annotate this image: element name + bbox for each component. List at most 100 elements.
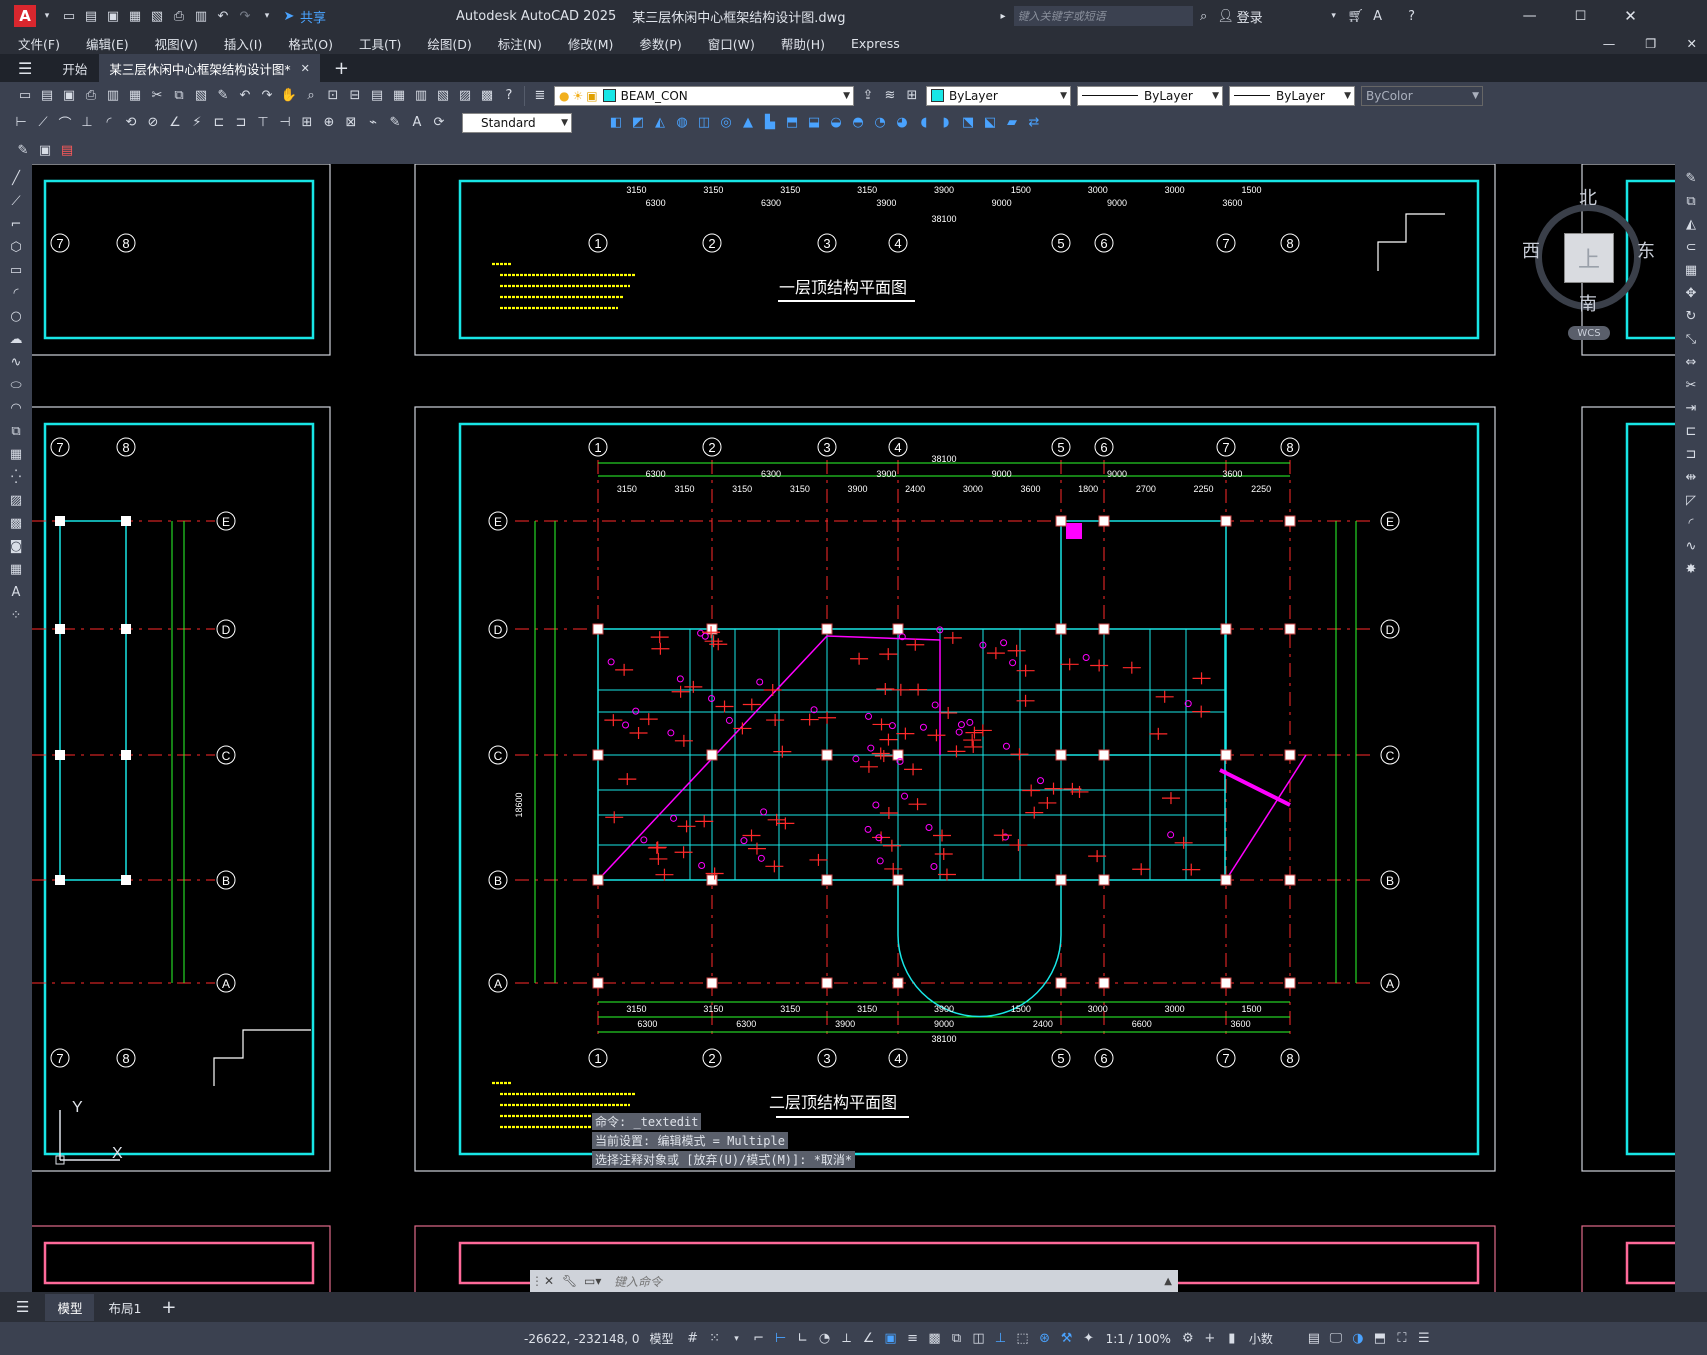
layer-previous-icon[interactable]: ≋ <box>881 87 899 105</box>
cone-icon[interactable]: ◭ <box>651 114 669 132</box>
ortho-icon[interactable]: ∟ <box>794 1330 812 1348</box>
section-plane-icon[interactable]: ▰ <box>1003 114 1021 132</box>
dim-diameter-icon[interactable]: ⊘ <box>144 114 162 132</box>
drawing-canvas[interactable]: 1 2 3 4 5 6 7 8 1 2 3 4 5 6 7 8 1 2 3 4 5 6 7 8 7 7 7 8 8 8 A A A B B B C C C D… <box>32 164 1675 1292</box>
dim-linear-icon[interactable]: ⊢ <box>12 114 30 132</box>
dim-angular-icon[interactable]: ∠ <box>166 114 184 132</box>
menu-insert[interactable]: 插入(I) <box>211 34 275 53</box>
edit-block-icon[interactable]: ✎ <box>14 141 32 159</box>
revolve-icon[interactable]: ◓ <box>849 114 867 132</box>
annotation-visibility-icon[interactable]: ⚒ <box>1058 1330 1076 1348</box>
gizmo-icon[interactable]: ⊛ <box>1036 1330 1054 1348</box>
close-button[interactable]: ✕ <box>1624 7 1637 25</box>
menu-view[interactable]: 视图(V) <box>142 34 211 53</box>
dim-radius-icon[interactable]: ◜ <box>100 114 118 132</box>
viewcube-top-face[interactable]: 上 <box>1564 233 1614 283</box>
construction-line-icon[interactable]: ⟋ <box>7 192 25 210</box>
tab-layout1[interactable]: 布局1 <box>94 1298 155 1317</box>
menu-tools[interactable]: 工具(T) <box>346 34 414 53</box>
layer-dropdown[interactable]: ● ☀ ▣ BEAM_CON ▼ <box>554 85 854 106</box>
presspull-icon[interactable]: ⬓ <box>805 114 823 132</box>
command-line[interactable]: ⋮ ✕ 🔧︎ ▭▾ 键入命令 ▲ <box>530 1270 1178 1292</box>
isolate-objects-icon[interactable]: ◑ <box>1349 1330 1367 1348</box>
sphere-icon[interactable]: ◍ <box>673 114 691 132</box>
polyline-icon[interactable]: ⌐ <box>7 215 25 233</box>
stretch-icon[interactable]: ⇔ <box>1682 353 1700 371</box>
print-icon[interactable]: ▥ <box>192 7 210 25</box>
grip-icon[interactable]: ⋮ <box>530 1274 544 1288</box>
share-icon[interactable]: ➤ <box>280 7 298 25</box>
viewcube-north[interactable]: 北 <box>1579 184 1597 210</box>
model-space-button[interactable]: 模型 <box>650 1330 674 1347</box>
viewcube-south[interactable]: 南 <box>1579 290 1597 316</box>
wcs-menu[interactable]: WCS <box>1568 326 1610 340</box>
dim-aligned-icon[interactable]: ⟋ <box>34 114 52 132</box>
inspect-icon[interactable]: ⊠ <box>342 114 360 132</box>
osnap-tracking-icon[interactable]: ∠ <box>860 1330 878 1348</box>
doc-close-button[interactable]: ✕ <box>1687 36 1697 51</box>
workspace-gear-icon[interactable]: ⚙ <box>1179 1330 1197 1348</box>
sheetset-icon[interactable]: ▧ <box>434 87 452 105</box>
doc-minimize-button[interactable]: — <box>1603 36 1616 51</box>
lock-ui-icon[interactable]: 🖵 <box>1327 1330 1345 1348</box>
dynamic-input-icon[interactable]: ⊢ <box>772 1330 790 1348</box>
help-icon[interactable]: ? <box>1403 7 1421 25</box>
dim-text-edit-icon[interactable]: A <box>408 114 426 132</box>
table-icon[interactable]: ▦ <box>7 560 25 578</box>
break-icon[interactable]: ⊐ <box>1682 445 1700 463</box>
annotation-scale[interactable]: 1:1 / 100% <box>1106 1332 1171 1346</box>
dim-arc-icon[interactable]: ⌒ <box>56 114 74 132</box>
dynamic-ucs-icon[interactable]: ⊥ <box>992 1330 1010 1348</box>
join-icon[interactable]: ⇹ <box>1682 468 1700 486</box>
tab-model[interactable]: 模型 <box>45 1293 95 1321</box>
spline-icon[interactable]: ∿ <box>7 353 25 371</box>
line-icon[interactable]: ╱ <box>7 169 25 187</box>
dim-ordinate-icon[interactable]: ⊥ <box>78 114 96 132</box>
publish-icon[interactable]: ▧ <box>148 7 166 25</box>
auto-scale-icon[interactable]: ✦ <box>1080 1330 1098 1348</box>
matchprop-icon[interactable]: ✎ <box>214 87 232 105</box>
calculator-icon[interactable]: ▩ <box>478 87 496 105</box>
infer-constraints-icon[interactable]: ⌐ <box>750 1330 768 1348</box>
annotation-monitor-icon[interactable]: + <box>1201 1330 1219 1348</box>
chamfer-icon[interactable]: ◸ <box>1682 491 1700 509</box>
scale-icon[interactable]: ⤡ <box>1682 330 1700 348</box>
tolerance-icon[interactable]: ⊞ <box>298 114 316 132</box>
cylinder-icon[interactable]: ◫ <box>695 114 713 132</box>
save-block-icon[interactable]: ▣ <box>36 141 54 159</box>
mtext-icon[interactable]: A <box>7 583 25 601</box>
share-button[interactable]: 共享 <box>300 7 326 26</box>
explode-icon[interactable]: ✸ <box>1682 560 1700 578</box>
save-icon[interactable]: ▣ <box>60 87 78 105</box>
customize-cmd-icon[interactable]: 🔧︎ <box>562 1274 584 1288</box>
menu-format[interactable]: 格式(O) <box>275 34 346 53</box>
search-expand-icon[interactable]: ▸ <box>1001 11 1006 22</box>
app-menu-chevron-icon[interactable]: ▾ <box>38 7 56 25</box>
zoom-realtime-icon[interactable]: ⌕ <box>302 87 320 105</box>
quick-properties-icon[interactable]: ▤ <box>1305 1330 1323 1348</box>
dim-continue-icon[interactable]: ⊐ <box>232 114 250 132</box>
autocad-logo-icon[interactable]: A <box>14 5 36 27</box>
search-icon[interactable]: ⌕ <box>1195 7 1213 25</box>
login-dropdown-icon[interactable]: ▾ <box>1325 7 1343 25</box>
close-block-icon[interactable]: ▤ <box>58 141 76 159</box>
polar-icon[interactable]: ◔ <box>816 1330 834 1348</box>
hamburger-menu-icon[interactable]: ☰ <box>18 59 32 78</box>
tab-drawing-active[interactable]: 某三层休闲中心框架结构设计图* ✕ <box>99 54 320 82</box>
pyramid-icon[interactable]: ▲ <box>739 114 757 132</box>
selection-filter-icon[interactable]: ⬚ <box>1014 1330 1032 1348</box>
redo-icon[interactable]: ↷ <box>258 87 276 105</box>
cmd-history-toggle-icon[interactable]: ▲ <box>1164 1276 1172 1287</box>
redo-icon[interactable]: ↷ <box>236 7 254 25</box>
new-tab-button[interactable]: + <box>334 58 349 79</box>
copy-icon[interactable]: ⧉ <box>170 87 188 105</box>
plotstyle-dropdown[interactable]: ByColor ▼ <box>1361 85 1483 106</box>
trim-icon[interactable]: ✂ <box>1682 376 1700 394</box>
coordinates-readout[interactable]: -26622, -232148, 0 <box>524 1332 640 1346</box>
mirror-icon[interactable]: ◭ <box>1682 215 1700 233</box>
isodraft-icon[interactable]: ⟂ <box>838 1330 856 1348</box>
blend-icon[interactable]: ∿ <box>1682 537 1700 555</box>
layer-properties-icon[interactable]: ≣ <box>531 87 549 105</box>
subtract-icon[interactable]: ◖ <box>915 114 933 132</box>
lineweight-dropdown[interactable]: ByLayer ▼ <box>1229 85 1355 106</box>
